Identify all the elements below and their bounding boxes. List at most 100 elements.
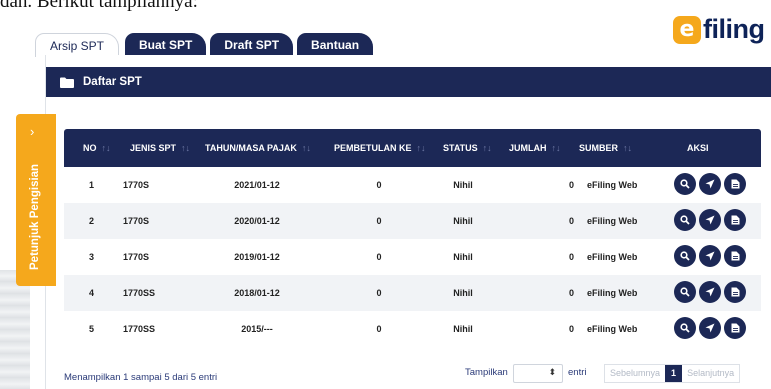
row-actions bbox=[674, 281, 746, 303]
logo-mark: e bbox=[673, 15, 701, 44]
send-icon[interactable] bbox=[699, 317, 721, 339]
tab-arsip-spt[interactable]: Arsip SPT bbox=[35, 33, 120, 57]
send-icon[interactable] bbox=[699, 209, 721, 231]
select-arrow-icon: ⬍ bbox=[548, 367, 556, 377]
header-status[interactable]: STATUS ↑↓ bbox=[443, 129, 492, 167]
cell-pembetulan: 0 bbox=[376, 216, 382, 226]
background-strip bbox=[0, 270, 30, 389]
send-icon[interactable] bbox=[699, 281, 721, 303]
table-row: 3 1770S 2019/01-12 0 Nihil 0 eFiling Web bbox=[64, 239, 761, 275]
cell-status: Nihil bbox=[453, 288, 473, 298]
article-text: dah. Berikut tampilannya: bbox=[0, 0, 198, 12]
send-icon[interactable] bbox=[699, 173, 721, 195]
header-jumlah[interactable]: JUMLAH ↑↓ bbox=[509, 129, 561, 167]
cell-sumber: eFiling Web bbox=[587, 216, 638, 226]
petunjuk-side-tab[interactable]: › Petunjuk Pengisian bbox=[16, 114, 56, 286]
cell-jenis-spt: 1770S bbox=[123, 252, 150, 262]
table-row: 4 1770SS 2018/01-12 0 Nihil 0 eFiling We… bbox=[64, 275, 761, 311]
row-actions bbox=[674, 209, 746, 231]
cell-jenis-spt: 1770S bbox=[123, 180, 150, 190]
tab-bar: Arsip SPT Buat SPT Draft SPT Bantuan bbox=[35, 33, 377, 57]
cell-tahun: 2018/01-12 bbox=[234, 288, 280, 298]
cell-status: Nihil bbox=[453, 180, 473, 190]
logo-text: filing bbox=[703, 14, 765, 44]
search-icon[interactable] bbox=[674, 245, 696, 267]
cell-status: Nihil bbox=[453, 324, 473, 334]
tab-bantuan[interactable]: Bantuan bbox=[297, 33, 374, 57]
cell-jumlah: 0 bbox=[569, 252, 575, 262]
search-icon[interactable] bbox=[674, 209, 696, 231]
cell-jenis-spt: 1770SS bbox=[123, 288, 156, 298]
panel-title: Daftar SPT bbox=[83, 76, 142, 88]
send-icon[interactable] bbox=[699, 245, 721, 267]
panel-header: Daftar SPT bbox=[46, 67, 771, 97]
cell-tahun: 2020/01-12 bbox=[234, 216, 280, 226]
sort-icon: ↑↓ bbox=[101, 143, 111, 153]
cell-pembetulan: 0 bbox=[376, 180, 382, 190]
document-icon[interactable] bbox=[724, 173, 746, 195]
search-icon[interactable] bbox=[674, 281, 696, 303]
table-row: 2 1770S 2020/01-12 0 Nihil 0 eFiling Web bbox=[64, 203, 761, 239]
cell-pembetulan: 0 bbox=[376, 252, 382, 262]
sort-icon: ↑↓ bbox=[416, 143, 426, 153]
sort-icon: ↑↓ bbox=[551, 143, 561, 153]
tab-draft-spt[interactable]: Draft SPT bbox=[210, 33, 294, 57]
cell-status: Nihil bbox=[453, 216, 473, 226]
sort-icon: ↑↓ bbox=[181, 143, 191, 153]
cell-sumber: eFiling Web bbox=[587, 288, 638, 298]
cell-no: 4 bbox=[89, 288, 95, 298]
cell-no: 3 bbox=[89, 252, 95, 262]
cell-no: 1 bbox=[89, 180, 95, 190]
header-pembetulan-ke[interactable]: PEMBETULAN KE ↑↓ bbox=[334, 129, 426, 167]
header-aksi: AKSI bbox=[687, 143, 709, 153]
cell-sumber: eFiling Web bbox=[587, 252, 638, 262]
previous-page-button[interactable]: Sebelumnya bbox=[605, 365, 666, 382]
table-info-text: Menampilkan 1 sampai 5 dari 5 entri bbox=[64, 372, 218, 383]
efiling-logo: e filing bbox=[673, 14, 765, 45]
sort-icon: ↑↓ bbox=[301, 143, 311, 153]
cell-tahun: 2019/01-12 bbox=[234, 252, 280, 262]
cell-pembetulan: 0 bbox=[376, 324, 382, 334]
next-page-button[interactable]: Selanjutnya bbox=[682, 365, 740, 382]
table-row: 1 1770S 2021/01-12 0 Nihil 0 eFiling Web bbox=[64, 167, 761, 203]
cell-sumber: eFiling Web bbox=[587, 324, 638, 334]
cell-tahun: 2015/--- bbox=[241, 324, 273, 334]
search-icon[interactable] bbox=[674, 173, 696, 195]
cell-no: 2 bbox=[89, 216, 95, 226]
cell-pembetulan: 0 bbox=[376, 288, 382, 298]
show-label: Tampilkan bbox=[465, 367, 508, 378]
folder-icon bbox=[60, 77, 74, 88]
row-actions bbox=[674, 173, 746, 195]
header-sumber[interactable]: SUMBER ↑↓ bbox=[579, 129, 632, 167]
chevron-right-icon: › bbox=[30, 124, 35, 139]
document-icon[interactable] bbox=[724, 281, 746, 303]
table-row: 5 1770SS 2015/--- 0 Nihil 0 eFiling Web bbox=[64, 311, 761, 347]
pagination: Sebelumnya 1 Selanjutnya bbox=[604, 364, 741, 383]
search-icon[interactable] bbox=[674, 317, 696, 339]
cell-jumlah: 0 bbox=[569, 288, 575, 298]
sort-icon: ↑↓ bbox=[623, 143, 633, 153]
header-jenis-spt[interactable]: JENIS SPT ↑↓ bbox=[130, 129, 190, 167]
cell-jumlah: 0 bbox=[569, 180, 575, 190]
document-icon[interactable] bbox=[724, 245, 746, 267]
page-size-select[interactable]: ⬍ bbox=[513, 364, 563, 383]
document-icon[interactable] bbox=[724, 209, 746, 231]
document-icon[interactable] bbox=[724, 317, 746, 339]
cell-no: 5 bbox=[89, 324, 95, 334]
cell-tahun: 2021/01-12 bbox=[234, 180, 280, 190]
table-header: NO ↑↓ JENIS SPT ↑↓ TAHUN/MASA PAJAK ↑↓ PEMB… bbox=[64, 129, 761, 167]
row-actions bbox=[674, 245, 746, 267]
tab-buat-spt[interactable]: Buat SPT bbox=[125, 33, 207, 57]
page-1-button[interactable]: 1 bbox=[665, 365, 683, 382]
row-actions bbox=[674, 317, 746, 339]
cell-sumber: eFiling Web bbox=[587, 180, 638, 190]
header-no[interactable]: NO ↑↓ bbox=[83, 129, 111, 167]
cell-jumlah: 0 bbox=[569, 324, 575, 334]
cell-jumlah: 0 bbox=[569, 216, 575, 226]
side-tab-label: Petunjuk Pengisian bbox=[29, 163, 41, 270]
cell-jenis-spt: 1770S bbox=[123, 216, 150, 226]
entri-label: entri bbox=[568, 367, 587, 378]
cell-status: Nihil bbox=[453, 252, 473, 262]
header-tahun-masa-pajak[interactable]: TAHUN/MASA PAJAK ↑↓ bbox=[205, 129, 311, 167]
cell-jenis-spt: 1770SS bbox=[123, 324, 156, 334]
